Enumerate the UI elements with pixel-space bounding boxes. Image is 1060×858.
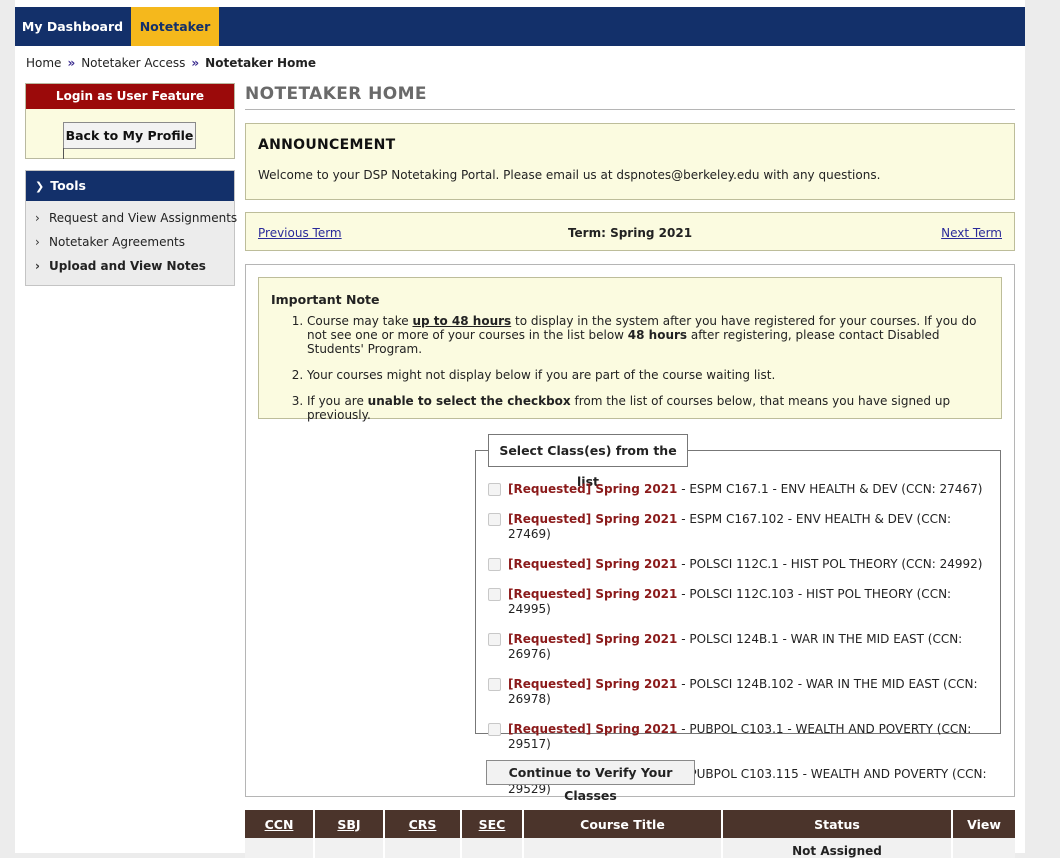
chevron-right-icon: › <box>35 259 40 273</box>
tools-item-agreements[interactable]: › Notetaker Agreements <box>26 231 234 255</box>
previous-term-link[interactable]: Previous Term <box>258 226 342 240</box>
col-header-view: View <box>952 810 1015 838</box>
tools-item-label: Request and View Assignments <box>49 211 238 225</box>
class-checkbox[interactable] <box>488 558 501 571</box>
tab-my-dashboard[interactable]: My Dashboard <box>15 7 130 46</box>
table-cell <box>523 838 723 858</box>
requested-tag: [Requested] Spring 2021 <box>508 482 678 496</box>
breadcrumb-separator-icon: » <box>191 56 200 70</box>
status-cell: Not Assigned <box>722 838 953 858</box>
note-emphasis: unable to select the checkbox <box>367 394 571 408</box>
current-term: Term: Spring 2021 <box>567 226 693 240</box>
tools-header[interactable]: ❯ Tools <box>26 171 234 201</box>
table-header-row: CCN SBJ CRS SEC Course Title Status View <box>245 810 1015 838</box>
requested-tag: [Requested] Spring 2021 <box>508 677 678 691</box>
class-list-legend: Select Class(es) from the list <box>488 434 688 489</box>
announcement-text: Welcome to your DSP Notetaking Portal. P… <box>258 168 881 182</box>
class-item: [Requested] Spring 2021 - POLSCI 124B.10… <box>488 677 992 707</box>
tools-header-label: Tools <box>50 178 86 193</box>
requested-tag: [Requested] Spring 2021 <box>508 557 678 571</box>
important-note-title: Important Note <box>271 292 380 307</box>
note-text: If you are <box>307 394 368 408</box>
class-checkbox[interactable] <box>488 483 501 496</box>
col-header-course-title: Course Title <box>523 810 723 838</box>
term-navigation: Term: Spring 2021 Previous Term Next Ter… <box>245 212 1015 251</box>
col-header-status: Status <box>722 810 953 838</box>
tools-item-label: Notetaker Agreements <box>49 235 186 249</box>
class-item: [Requested] Spring 2021 - ESPM C167.102 … <box>488 512 992 542</box>
table-row: Not Assigned <box>245 838 1015 858</box>
class-item: [Requested] Spring 2021 - ESPM C167.1 - … <box>488 482 992 497</box>
class-checkbox[interactable] <box>488 513 501 526</box>
announcement-box: ANNOUNCEMENT Welcome to your DSP Notetak… <box>245 123 1015 200</box>
requested-tag: [Requested] Spring 2021 <box>508 722 678 736</box>
note-item: Your courses might not display below if … <box>307 368 989 382</box>
login-as-user-header: Login as User Feature <box>26 84 234 109</box>
col-header-ccn[interactable]: CCN <box>245 810 315 838</box>
class-item: [Requested] Spring 2021 - POLSCI 112C.1 … <box>488 557 992 572</box>
breadcrumb-current: Notetaker Home <box>205 56 316 70</box>
requested-tag: [Requested] Spring 2021 <box>508 632 678 646</box>
class-checkbox[interactable] <box>488 588 501 601</box>
top-nav: My Dashboard Notetaker <box>15 7 1025 46</box>
class-label: - POLSCI 112C.1 - HIST POL THEORY (CCN: … <box>677 557 983 571</box>
class-list-fieldset: Select Class(es) from the list [Requeste… <box>475 434 1001 796</box>
requested-tag: [Requested] Spring 2021 <box>508 587 678 601</box>
class-checkbox[interactable] <box>488 633 501 646</box>
next-term-link[interactable]: Next Term <box>941 226 1002 240</box>
note-item: Course may take up to 48 hours to displa… <box>307 314 989 356</box>
tools-item-request-assignments[interactable]: › Request and View Assignments <box>26 207 238 231</box>
note-emphasis: up to 48 hours <box>412 314 512 328</box>
table-cell <box>245 838 315 858</box>
note-item: If you are unable to select the checkbox… <box>307 394 989 422</box>
breadcrumb-separator-icon: » <box>67 56 76 70</box>
assignments-table: CCN SBJ CRS SEC Course Title Status View… <box>245 810 1015 858</box>
class-checkbox[interactable] <box>488 723 501 736</box>
table-cell <box>314 838 385 858</box>
login-as-user-box: Login as User Feature Back to My Profile <box>25 83 235 159</box>
divider <box>63 148 64 159</box>
note-text: Course may take <box>307 314 413 328</box>
note-emphasis: 48 hours <box>627 328 688 342</box>
tools-item-label: Upload and View Notes <box>49 259 206 273</box>
title-divider <box>245 109 1015 110</box>
chevron-right-icon: › <box>35 211 40 225</box>
continue-verify-button[interactable]: Continue to Verify Your Classes <box>486 760 695 803</box>
double-chevron-down-icon: ❯ <box>35 180 45 193</box>
class-item: [Requested] Spring 2021 - POLSCI 112C.10… <box>488 587 992 617</box>
requested-tag: [Requested] Spring 2021 <box>508 512 678 526</box>
table-cell <box>384 838 462 858</box>
col-header-crs[interactable]: CRS <box>384 810 462 838</box>
breadcrumb: Home » Notetaker Access » Notetaker Home <box>26 56 316 70</box>
tab-notetaker[interactable]: Notetaker <box>131 7 219 46</box>
important-note-box: Important Note Course may take up to 48 … <box>258 277 1002 422</box>
tools-item-upload-notes[interactable]: › Upload and View Notes <box>26 255 234 279</box>
class-item: [Requested] Spring 2021 - POLSCI 124B.1 … <box>488 632 992 662</box>
chevron-right-icon: › <box>35 235 40 249</box>
announcement-title: ANNOUNCEMENT <box>258 137 396 153</box>
class-checkbox[interactable] <box>488 678 501 691</box>
table-cell <box>952 838 1015 858</box>
class-label: - ESPM C167.1 - ENV HEALTH & DEV (CCN: 2… <box>677 482 983 496</box>
back-to-profile-button[interactable]: Back to My Profile <box>63 122 196 149</box>
table-cell <box>461 838 524 858</box>
class-item: [Requested] Spring 2021 - PUBPOL C103.1 … <box>488 722 992 752</box>
class-selection-panel: Important Note Course may take up to 48 … <box>245 264 1015 803</box>
col-header-sec[interactable]: SEC <box>461 810 524 838</box>
col-header-sbj[interactable]: SBJ <box>314 810 385 838</box>
page: My Dashboard Notetaker Home » Notetaker Ac… <box>15 0 1025 858</box>
page-title: NOTETAKER HOME <box>245 84 427 104</box>
breadcrumb-notetaker-access[interactable]: Notetaker Access <box>81 56 185 70</box>
breadcrumb-home[interactable]: Home <box>26 56 61 70</box>
tools-panel: ❯ Tools › Request and View Assignments › No… <box>25 170 238 286</box>
